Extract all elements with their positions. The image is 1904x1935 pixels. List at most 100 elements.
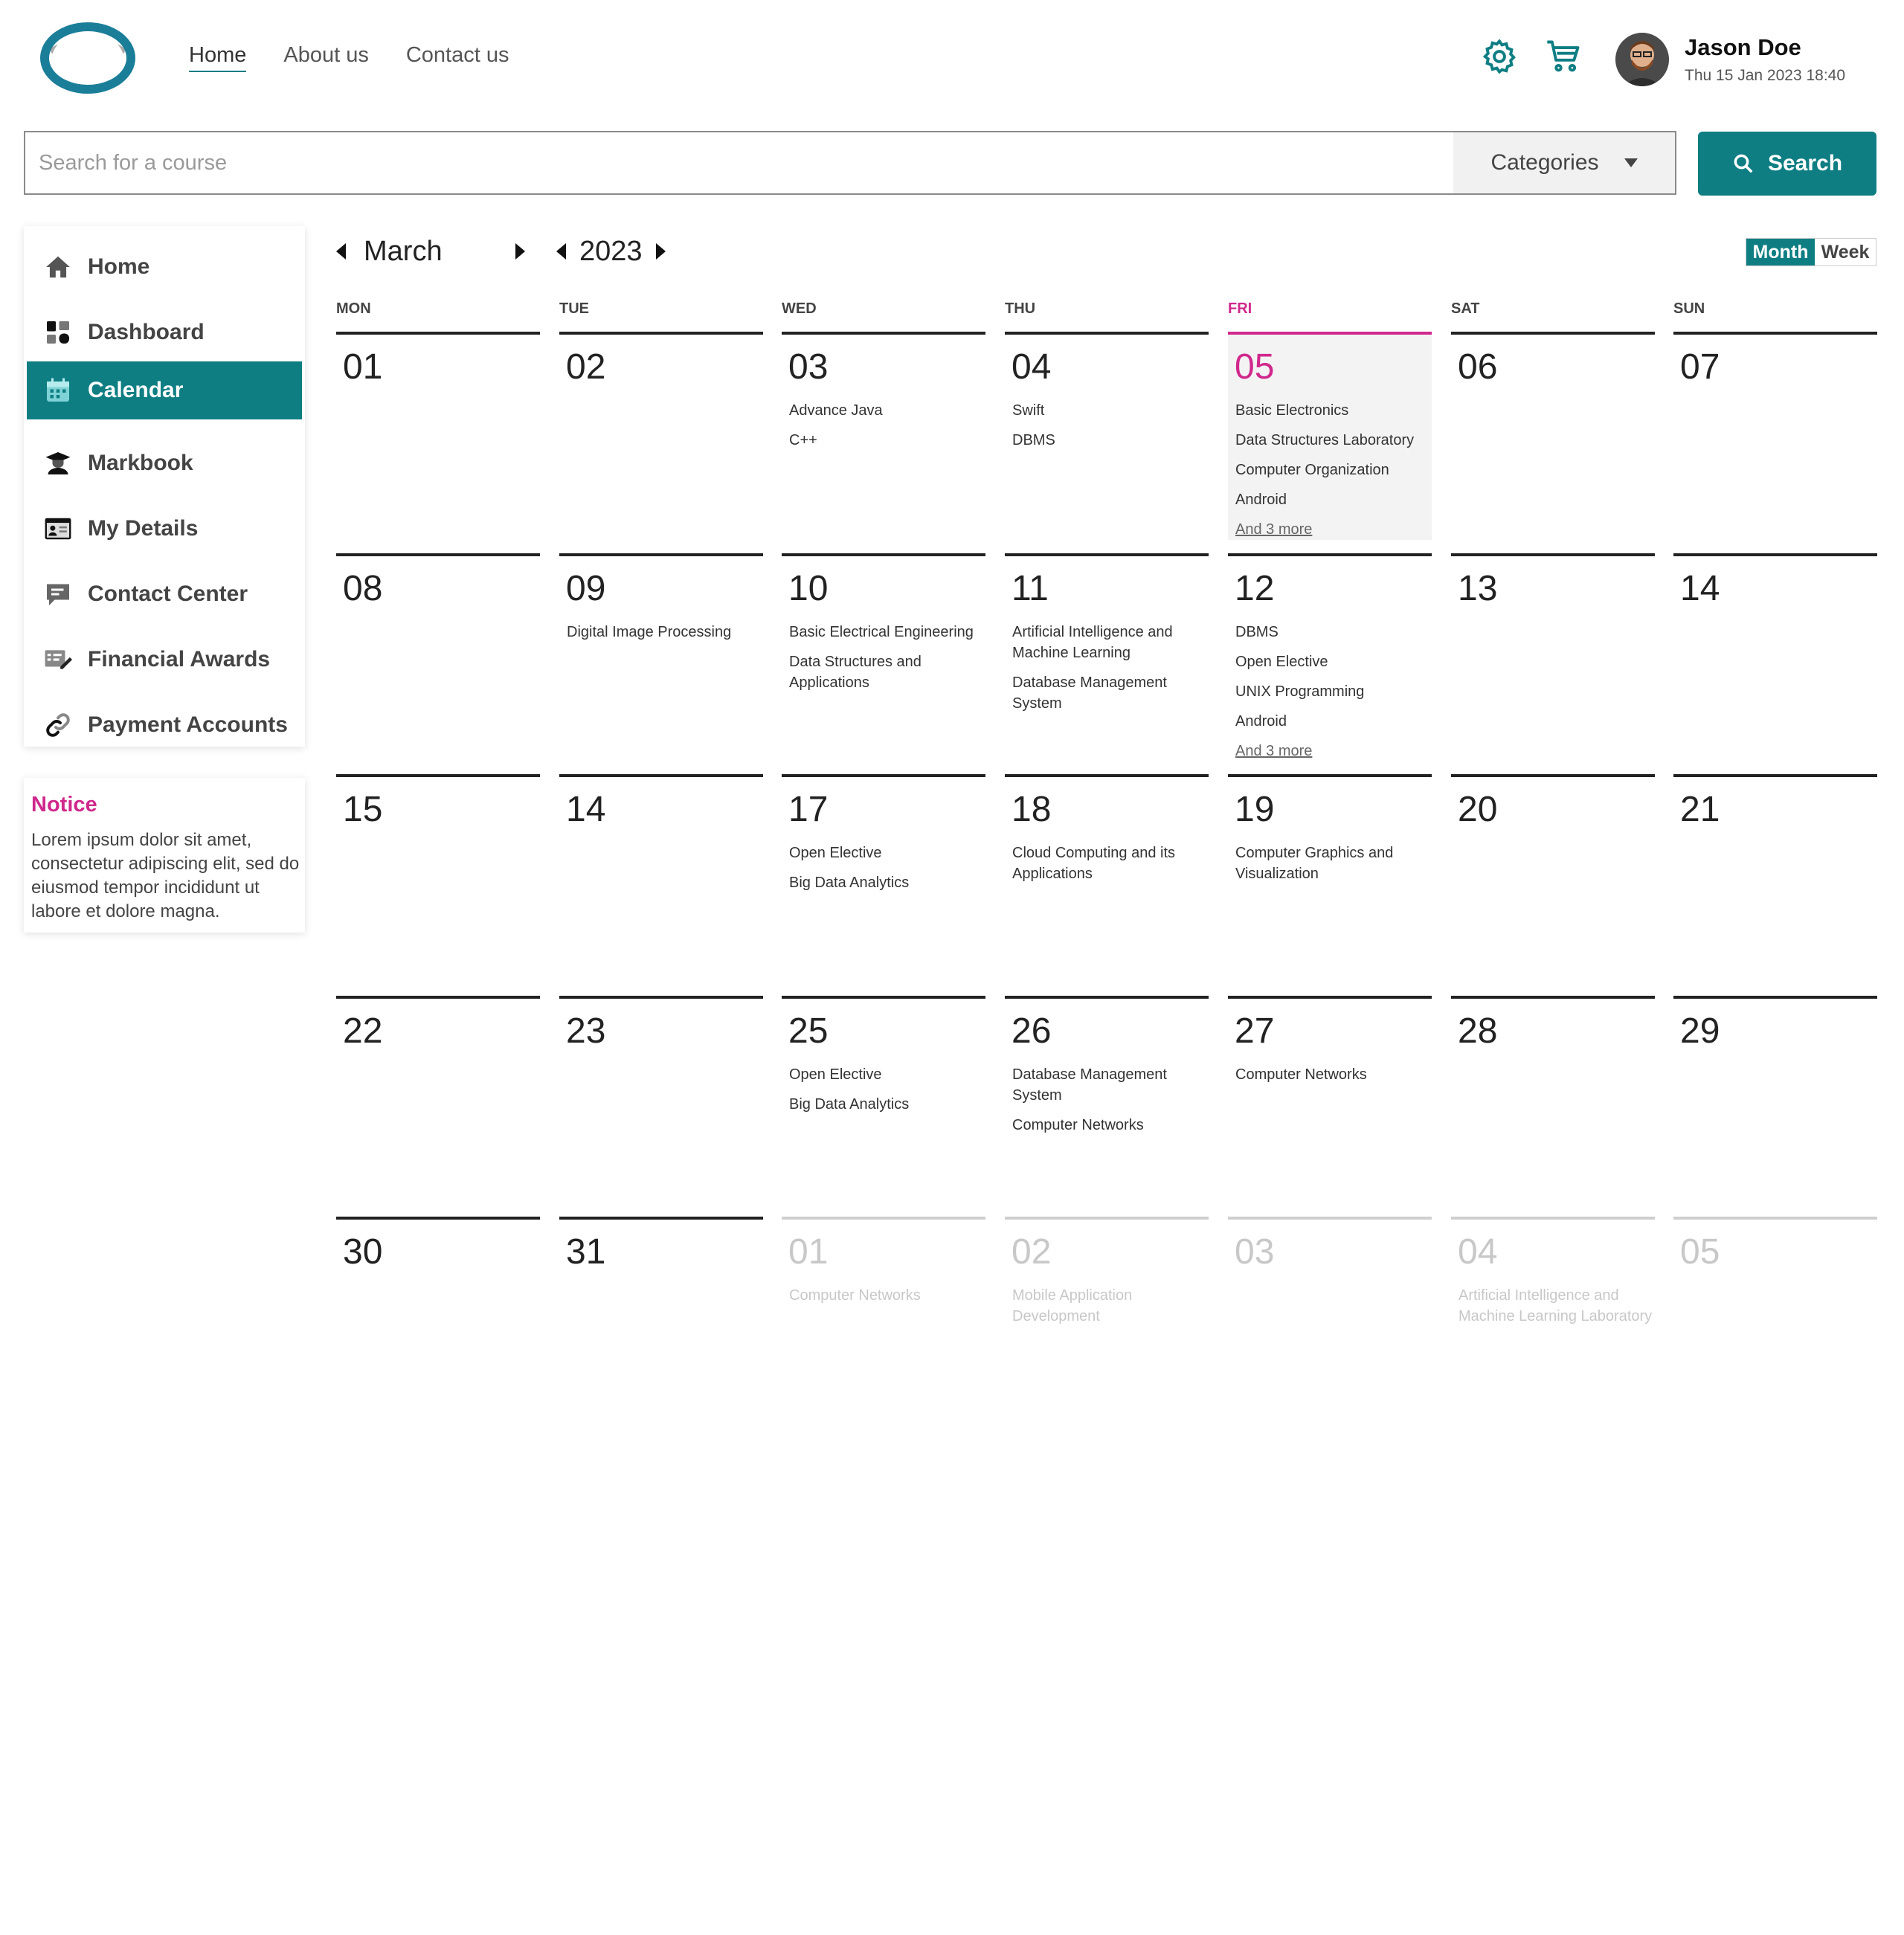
dashboard-icon: [43, 318, 73, 347]
calendar-day-cell[interactable]: 01: [336, 332, 540, 547]
event-list: Artificial Intelligence and Machine Lear…: [1012, 622, 1207, 723]
calendar-day-cell[interactable]: 01 Computer Networks: [782, 1217, 985, 1432]
day-number: 06: [1458, 347, 1498, 387]
sidebar-item-contact-center[interactable]: Contact Center: [27, 565, 302, 623]
calendar-day-cell[interactable]: 17 Open Elective Big Data Analytics: [782, 774, 985, 990]
nav-contact-link[interactable]: Contact us: [406, 43, 509, 72]
calendar-day-cell[interactable]: 15: [336, 774, 540, 990]
calendar-event[interactable]: Basic Electrical Engineering: [789, 622, 984, 643]
calendar-event[interactable]: Data Structures Laboratory: [1235, 430, 1430, 451]
calendar-day-cell[interactable]: 06: [1451, 332, 1655, 547]
day-number: 29: [1680, 1011, 1720, 1051]
calendar-event[interactable]: UNIX Programming: [1235, 681, 1430, 702]
next-year-icon[interactable]: [655, 243, 666, 260]
more-events-link[interactable]: And 3 more: [1235, 519, 1430, 540]
calendar-event[interactable]: Data Structures and Applications: [789, 651, 984, 693]
calendar-day-cell[interactable]: 07: [1673, 332, 1877, 547]
calendar-event[interactable]: Computer Networks: [789, 1285, 984, 1306]
sidebar-item-home[interactable]: Home: [27, 238, 302, 296]
day-number: 28: [1458, 1011, 1498, 1051]
event-list: Advance Java C++: [789, 400, 984, 460]
week-view-button[interactable]: Week: [1815, 239, 1876, 265]
calendar-day-cell[interactable]: 02 Mobile Application Development: [1005, 1217, 1209, 1432]
calendar-event[interactable]: Basic Electronics: [1235, 400, 1430, 421]
calendar-day-cell[interactable]: 18 Cloud Computing and its Applications: [1005, 774, 1209, 990]
avatar[interactable]: [1615, 33, 1669, 86]
sidebar-item-financial-awards[interactable]: Financial Awards: [27, 631, 302, 689]
categories-dropdown[interactable]: Categories: [1453, 132, 1675, 193]
calendar-event[interactable]: Advance Java: [789, 400, 984, 421]
calendar-day-cell[interactable]: 04 Artificial Intelligence and Machine Le…: [1451, 1217, 1655, 1432]
sidebar-item-markbook[interactable]: Markbook: [27, 434, 302, 492]
calendar-day-cell[interactable]: 14: [559, 774, 763, 990]
calendar-day-cell[interactable]: 30: [336, 1217, 540, 1432]
logo[interactable]: [39, 21, 137, 95]
sidebar-item-payment-accounts[interactable]: Payment Accounts: [27, 696, 302, 754]
calendar-day-cell[interactable]: 31: [559, 1217, 763, 1432]
calendar-day-cell[interactable]: 23: [559, 996, 763, 1211]
nav-about-link[interactable]: About us: [283, 43, 368, 72]
calendar-day-cell[interactable]: 19 Computer Graphics and Visualization: [1228, 774, 1432, 990]
notice-text: Lorem ipsum dolor sit amet, consectetur …: [31, 830, 300, 921]
calendar-event[interactable]: Database Management System: [1012, 1064, 1207, 1106]
more-events-link[interactable]: And 3 more: [1235, 741, 1430, 762]
calendar-event[interactable]: Database Management System: [1012, 672, 1207, 714]
calendar-event[interactable]: Artificial Intelligence and Machine Lear…: [1458, 1285, 1653, 1327]
calendar-day-cell[interactable]: 27 Computer Networks: [1228, 996, 1432, 1211]
calendar-event[interactable]: Computer Graphics and Visualization: [1235, 843, 1430, 884]
calendar-day-cell[interactable]: 22: [336, 996, 540, 1211]
calendar-day-cell[interactable]: 02: [559, 332, 763, 547]
calendar-day-cell[interactable]: 08: [336, 553, 540, 769]
calendar-day-cell[interactable]: 28: [1451, 996, 1655, 1211]
calendar-event[interactable]: Swift: [1012, 400, 1207, 421]
calendar-day-cell[interactable]: 26 Database Management System Computer Net…: [1005, 996, 1209, 1211]
nav-home-link[interactable]: Home: [189, 43, 247, 72]
calendar-day-cell[interactable]: 09 Digital Image Processing: [559, 553, 763, 769]
calendar-event[interactable]: DBMS: [1012, 430, 1207, 451]
calendar-day-cell[interactable]: 10 Basic Electrical Engineering Data Struc…: [782, 553, 985, 769]
sidebar-item-dashboard[interactable]: Dashboard: [27, 303, 302, 361]
calendar-day-cell[interactable]: 14: [1673, 553, 1877, 769]
sidebar-item-my-details[interactable]: My Details: [27, 500, 302, 558]
calendar-day-cell[interactable]: 05: [1673, 1217, 1877, 1432]
next-month-icon[interactable]: [515, 243, 525, 260]
day-number: 21: [1680, 790, 1720, 829]
calendar-day-cell[interactable]: 13: [1451, 553, 1655, 769]
search-bar: Categories: [24, 131, 1676, 195]
calendar-event[interactable]: Mobile Application Development: [1012, 1285, 1207, 1327]
sidebar-item-calendar[interactable]: Calendar: [27, 361, 302, 419]
calendar-event[interactable]: C++: [789, 430, 984, 451]
calendar-day-cell[interactable]: 25 Open Elective Big Data Analytics: [782, 996, 985, 1211]
calendar-day-cell[interactable]: 11 Artificial Intelligence and Machine Le…: [1005, 553, 1209, 769]
calendar-event[interactable]: Computer Organization: [1235, 460, 1430, 480]
calendar-event[interactable]: Computer Networks: [1235, 1064, 1430, 1085]
calendar-day-cell[interactable]: 04 Swift DBMS: [1005, 332, 1209, 547]
cart-icon[interactable]: [1544, 37, 1583, 76]
calendar-day-cell[interactable]: 29: [1673, 996, 1877, 1211]
calendar-day-cell[interactable]: 03 Advance Java C++: [782, 332, 985, 547]
calendar-day-cell[interactable]: 20: [1451, 774, 1655, 990]
calendar-event[interactable]: Open Elective: [789, 843, 984, 863]
calendar-event[interactable]: Open Elective: [789, 1064, 984, 1085]
calendar-event[interactable]: Android: [1235, 489, 1430, 510]
calendar-event[interactable]: Open Elective: [1235, 651, 1430, 672]
calendar-event[interactable]: Android: [1235, 711, 1430, 732]
calendar-day-cell[interactable]: 12 DBMS Open Elective UNIX Programming Andro…: [1228, 553, 1432, 769]
calendar-event[interactable]: DBMS: [1235, 622, 1430, 643]
calendar-event[interactable]: Big Data Analytics: [789, 1094, 984, 1115]
search-button[interactable]: Search: [1698, 132, 1876, 196]
prev-month-icon[interactable]: [336, 243, 346, 260]
calendar-event[interactable]: Digital Image Processing: [567, 622, 762, 643]
prev-year-icon[interactable]: [556, 243, 566, 260]
month-view-button[interactable]: Month: [1746, 239, 1815, 265]
day-number: 01: [788, 1232, 829, 1272]
calendar-day-cell[interactable]: 03: [1228, 1217, 1432, 1432]
search-input[interactable]: [25, 132, 1453, 193]
gear-icon[interactable]: [1480, 37, 1519, 76]
calendar-event[interactable]: Big Data Analytics: [789, 872, 984, 893]
calendar-event[interactable]: Artificial Intelligence and Machine Lear…: [1012, 622, 1207, 663]
calendar-event[interactable]: Computer Networks: [1012, 1115, 1207, 1136]
calendar-day-cell[interactable]: 21: [1673, 774, 1877, 990]
calendar-event[interactable]: Cloud Computing and its Applications: [1012, 843, 1207, 884]
calendar-day-cell[interactable]: 05 Basic Electronics Data Structures Labor…: [1228, 332, 1432, 547]
